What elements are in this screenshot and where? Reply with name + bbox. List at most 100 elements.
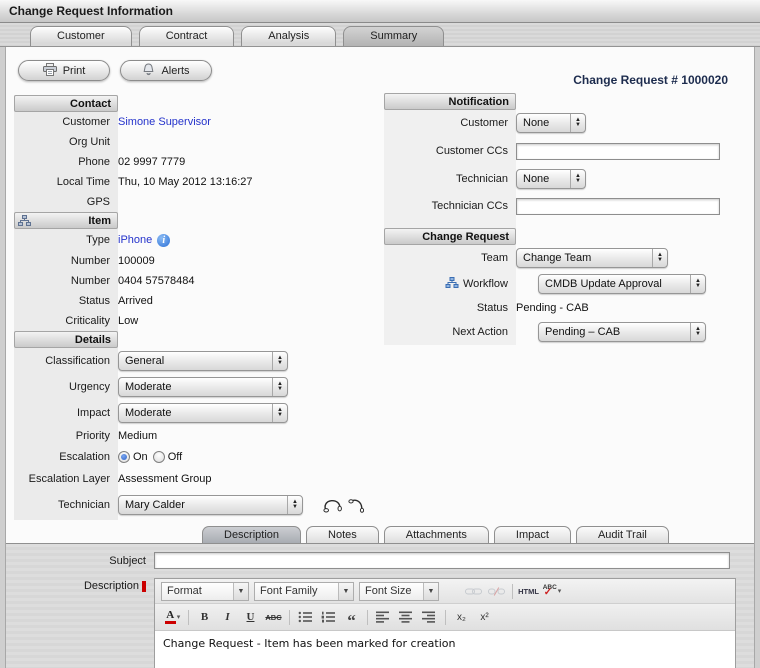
stepper-arrows-icon: [272, 404, 287, 422]
impact-label: Impact: [14, 407, 118, 419]
superscript-icon[interactable]: x²: [474, 608, 495, 627]
editor-body-text: Change Request - Item has been marked fo…: [163, 637, 455, 650]
item-status-label: Status: [14, 295, 118, 307]
blockquote-icon[interactable]: “: [341, 608, 362, 627]
priority-label: Priority: [14, 430, 118, 442]
item-number2-label: Number: [14, 275, 118, 287]
tab-analysis[interactable]: Analysis: [241, 26, 336, 46]
next-action-select[interactable]: Pending – CAB: [538, 322, 706, 342]
team-label: Team: [384, 252, 516, 264]
urgency-select[interactable]: Moderate: [118, 377, 288, 397]
notification-technician-label: Technician: [384, 173, 516, 185]
strikethrough-icon[interactable]: ABC: [263, 608, 284, 627]
technician-ccs-row: Technician CCs: [384, 192, 736, 220]
escalation-on-radio[interactable]: On: [118, 451, 148, 463]
notification-technician-value: None: [517, 173, 570, 185]
item-type-link[interactable]: iPhone: [118, 234, 152, 246]
workflow-value: CMDB Update Approval: [539, 278, 690, 290]
escalation-off-radio[interactable]: Off: [153, 451, 182, 463]
team-value: Change Team: [517, 252, 652, 264]
bullet-list-icon[interactable]: [295, 608, 316, 627]
font-size-select[interactable]: Font Size: [359, 582, 439, 601]
alert-bell-icon: [142, 63, 155, 79]
underline-icon[interactable]: U: [240, 608, 261, 627]
change-request-header-label: Change Request: [422, 231, 509, 243]
notification-technician-select[interactable]: None: [516, 169, 586, 189]
customer-label: Customer: [14, 116, 118, 128]
item-criticality-label: Criticality: [14, 315, 118, 327]
summary-panel: Print Alerts Change Request # 1000020 Co…: [5, 47, 755, 668]
notification-customer-row: Customer None: [384, 110, 736, 136]
html-source-icon[interactable]: HTML: [518, 582, 539, 601]
print-label: Print: [63, 65, 86, 77]
bold-icon[interactable]: B: [194, 608, 215, 627]
team-row: Team Change Team: [384, 245, 736, 271]
toolbar-separator: [445, 610, 446, 625]
phone-label: Phone: [14, 156, 118, 168]
team-select[interactable]: Change Team: [516, 248, 668, 268]
technician-ccs-label: Technician CCs: [384, 200, 516, 212]
info-icon[interactable]: [157, 234, 170, 247]
italic-icon[interactable]: I: [217, 608, 238, 627]
local-time-row: Local Time Thu, 10 May 2012 13:16:27: [14, 172, 378, 192]
customer-ccs-input[interactable]: [516, 143, 720, 160]
classification-value: General: [119, 355, 272, 367]
impact-select[interactable]: Moderate: [118, 403, 288, 423]
required-marker-icon: [142, 581, 146, 592]
technician-select[interactable]: Mary Calder: [118, 495, 303, 515]
toolbar-separator: [512, 584, 513, 599]
tab-contract[interactable]: Contract: [139, 26, 235, 46]
main-tab-bar: Customer Contract Analysis Summary: [0, 23, 760, 47]
next-action-value: Pending – CAB: [539, 326, 690, 338]
phone-handset-icon[interactable]: [348, 498, 364, 513]
item-section-header: Item: [14, 212, 118, 229]
stepper-arrows-icon: [272, 378, 287, 396]
spellcheck-glyph: ABC: [542, 583, 557, 600]
tab-customer[interactable]: Customer: [30, 26, 132, 46]
local-time-value: Thu, 10 May 2012 13:16:27: [118, 176, 253, 188]
item-number-value: 100009: [118, 255, 155, 267]
technician-row: Technician Mary Calder: [14, 490, 378, 520]
priority-row: Priority Medium: [14, 426, 378, 446]
notification-customer-select[interactable]: None: [516, 113, 586, 133]
font-family-select[interactable]: Font Family: [254, 582, 354, 601]
cr-status-row: Status Pending - CAB: [384, 297, 736, 319]
page-title-text: Change Request Information: [9, 4, 173, 18]
format-select[interactable]: Format: [161, 582, 249, 601]
align-right-icon[interactable]: [419, 608, 440, 627]
tab-impact[interactable]: Impact: [494, 526, 571, 543]
font-color-icon[interactable]: A: [162, 608, 183, 627]
item-type-row: Type iPhone: [14, 229, 378, 251]
technician-ccs-input[interactable]: [516, 198, 720, 215]
numbered-list-icon[interactable]: [318, 608, 339, 627]
tab-summary[interactable]: Summary: [343, 26, 444, 46]
align-left-icon[interactable]: [373, 608, 394, 627]
subscript-icon[interactable]: x₂: [451, 608, 472, 627]
editor-content-area[interactable]: Change Request - Item has been marked fo…: [155, 630, 735, 668]
stepper-arrows-icon: [690, 323, 705, 341]
subject-input[interactable]: [154, 552, 730, 569]
item-number-label: Number: [14, 255, 118, 267]
alerts-button[interactable]: Alerts: [120, 60, 212, 81]
select-arrow-icon: [233, 583, 248, 600]
escalate-handset-icon[interactable]: [322, 498, 343, 513]
spellcheck-icon[interactable]: ABC: [541, 582, 562, 601]
insert-link-icon[interactable]: [463, 582, 484, 601]
tab-attachments[interactable]: Attachments: [384, 526, 489, 543]
details-section-header: Details: [14, 331, 118, 348]
tab-audit-trail[interactable]: Audit Trail: [576, 526, 669, 543]
tab-description[interactable]: Description: [202, 526, 301, 543]
print-button[interactable]: Print: [18, 60, 110, 81]
cr-status-value: Pending - CAB: [516, 302, 589, 314]
classification-select[interactable]: General: [118, 351, 288, 371]
item-criticality-row: Criticality Low: [14, 311, 378, 331]
item-status-value: Arrived: [118, 295, 153, 307]
customer-link[interactable]: Simone Supervisor: [118, 116, 211, 128]
align-center-icon[interactable]: [396, 608, 417, 627]
local-time-label: Local Time: [14, 176, 118, 188]
tab-notes[interactable]: Notes: [306, 526, 379, 543]
remove-link-icon[interactable]: [486, 582, 507, 601]
toolbar-separator: [367, 610, 368, 625]
workflow-select[interactable]: CMDB Update Approval: [538, 274, 706, 294]
description-label-cell: Description: [6, 578, 154, 592]
